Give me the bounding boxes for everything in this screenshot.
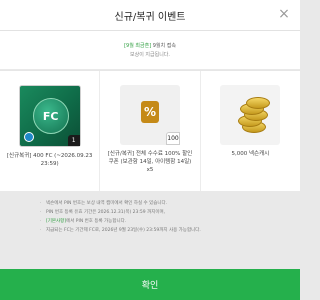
reward-label-line: 23:59): [40, 161, 59, 167]
reward-item-coupon: % 100 [신규/복귀] 전체 수수료 100% 할인 쿠폰 (보관함 14일…: [99, 71, 199, 191]
info-note: PIN 번호 등록 유효 기간은 2026.12.31(목) 23:59 까지이…: [40, 208, 300, 217]
reward-item-fc: FC 1 [신규복귀] 400 FC (~2026.09.23 23:59): [0, 71, 99, 191]
info-note: 넥슨에서 PIN 번호는 보상 내역 캡미에서 확인 하실 수 있습니다.: [40, 199, 300, 208]
notice-subtext: 보상이 지급됩니다.: [130, 52, 170, 58]
percent-icon: %: [140, 101, 159, 123]
coins-icon: [220, 85, 281, 145]
reward-list: FC 1 [신규복귀] 400 FC (~2026.09.23 23:59) %…: [0, 70, 300, 192]
reward-label: [신규복귀] 400 FC (~2026.09.23 23:59): [1, 152, 99, 168]
coin: [246, 97, 271, 109]
reward-label: [신규/복귀] 전체 수수료 100% 할인 쿠폰 (보관함 14일, 아이템함…: [102, 150, 199, 174]
reward-label-line: [신규/복귀] 전체 수수료 100% 할인: [107, 151, 193, 157]
notice-line1: [9월 최금흔] 9월치 접속: [124, 42, 176, 49]
quantity-badge: 100: [165, 132, 180, 145]
confirm-button[interactable]: 확인: [0, 269, 300, 300]
reward-label: 5,000 넥슨캐시: [225, 150, 275, 158]
fc-disc: FC: [32, 98, 69, 134]
fc-token-icon: FC 1: [18, 85, 81, 147]
info-note: 지급되는 FC는 기간제 FC로, 2026년 9월 23일(수) 23:59까…: [40, 226, 300, 235]
discount-coupon-icon: % 100: [119, 85, 180, 145]
reward-label-line: 쿠폰 (보관함 14일, 아이템함 14일): [108, 159, 192, 165]
reward-label-line: x5: [146, 167, 154, 173]
notice-text: 9월치 접속: [152, 43, 176, 49]
info-notes: 넥슨에서 PIN 번호는 보상 내역 캡미에서 확인 하실 수 있습니다. PI…: [0, 191, 300, 269]
info-note-text: 에서 PIN 번호 등록 가능합니다.: [66, 219, 127, 224]
close-icon[interactable]: ×: [276, 6, 292, 22]
info-note: [기본사항]에서 PIN 번호 등록 가능합니다.: [40, 217, 300, 226]
reward-item-cash: 5,000 넥슨캐시: [199, 71, 300, 191]
notice-area: [9월 최금흔] 9월치 접속 보상이 지급됩니다.: [0, 31, 300, 69]
reward-label-line: [신규복귀] 400 FC (~2026.09.23: [6, 153, 93, 159]
quantity-badge: 1: [67, 135, 80, 146]
info-highlight: [기본사항]: [46, 219, 67, 224]
modal-title: 신규/복귀 이벤트: [114, 11, 186, 23]
notice-highlight: [9월 최금흔]: [124, 43, 152, 49]
clock-icon: [23, 132, 34, 142]
modal-header: 신규/복귀 이벤트 ×: [0, 0, 300, 31]
reward-label-line: 5,000 넥슨캐시: [231, 151, 270, 157]
